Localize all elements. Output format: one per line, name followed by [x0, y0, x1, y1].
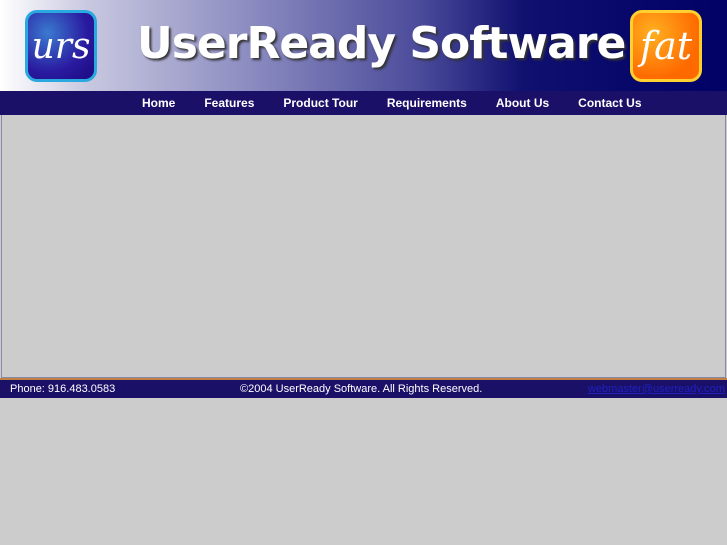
- footer: Phone: 916.483.0583 ©2004 UserReady Soft…: [0, 378, 727, 398]
- site-title: UserReady Software: [137, 18, 626, 69]
- nav-bar: Home Features Product Tour Requirements …: [0, 91, 727, 115]
- nav-about-us[interactable]: About Us: [496, 96, 549, 110]
- nav-requirements[interactable]: Requirements: [387, 96, 467, 110]
- fat-logo[interactable]: fat: [630, 10, 702, 82]
- phone-text: Phone: 916.483.0583: [10, 383, 116, 395]
- header: urs UserReady Software fat: [0, 0, 727, 91]
- nav-contact-us[interactable]: Contact Us: [578, 96, 641, 110]
- email-link[interactable]: webmaster@userready.com: [588, 383, 725, 395]
- copyright-text: ©2004 UserReady Software. All Rights Res…: [240, 383, 483, 395]
- urs-logo[interactable]: urs: [25, 10, 97, 82]
- nav-features[interactable]: Features: [204, 96, 254, 110]
- nav-home[interactable]: Home: [142, 96, 175, 110]
- content-area: [1, 115, 726, 378]
- nav-product-tour[interactable]: Product Tour: [283, 96, 357, 110]
